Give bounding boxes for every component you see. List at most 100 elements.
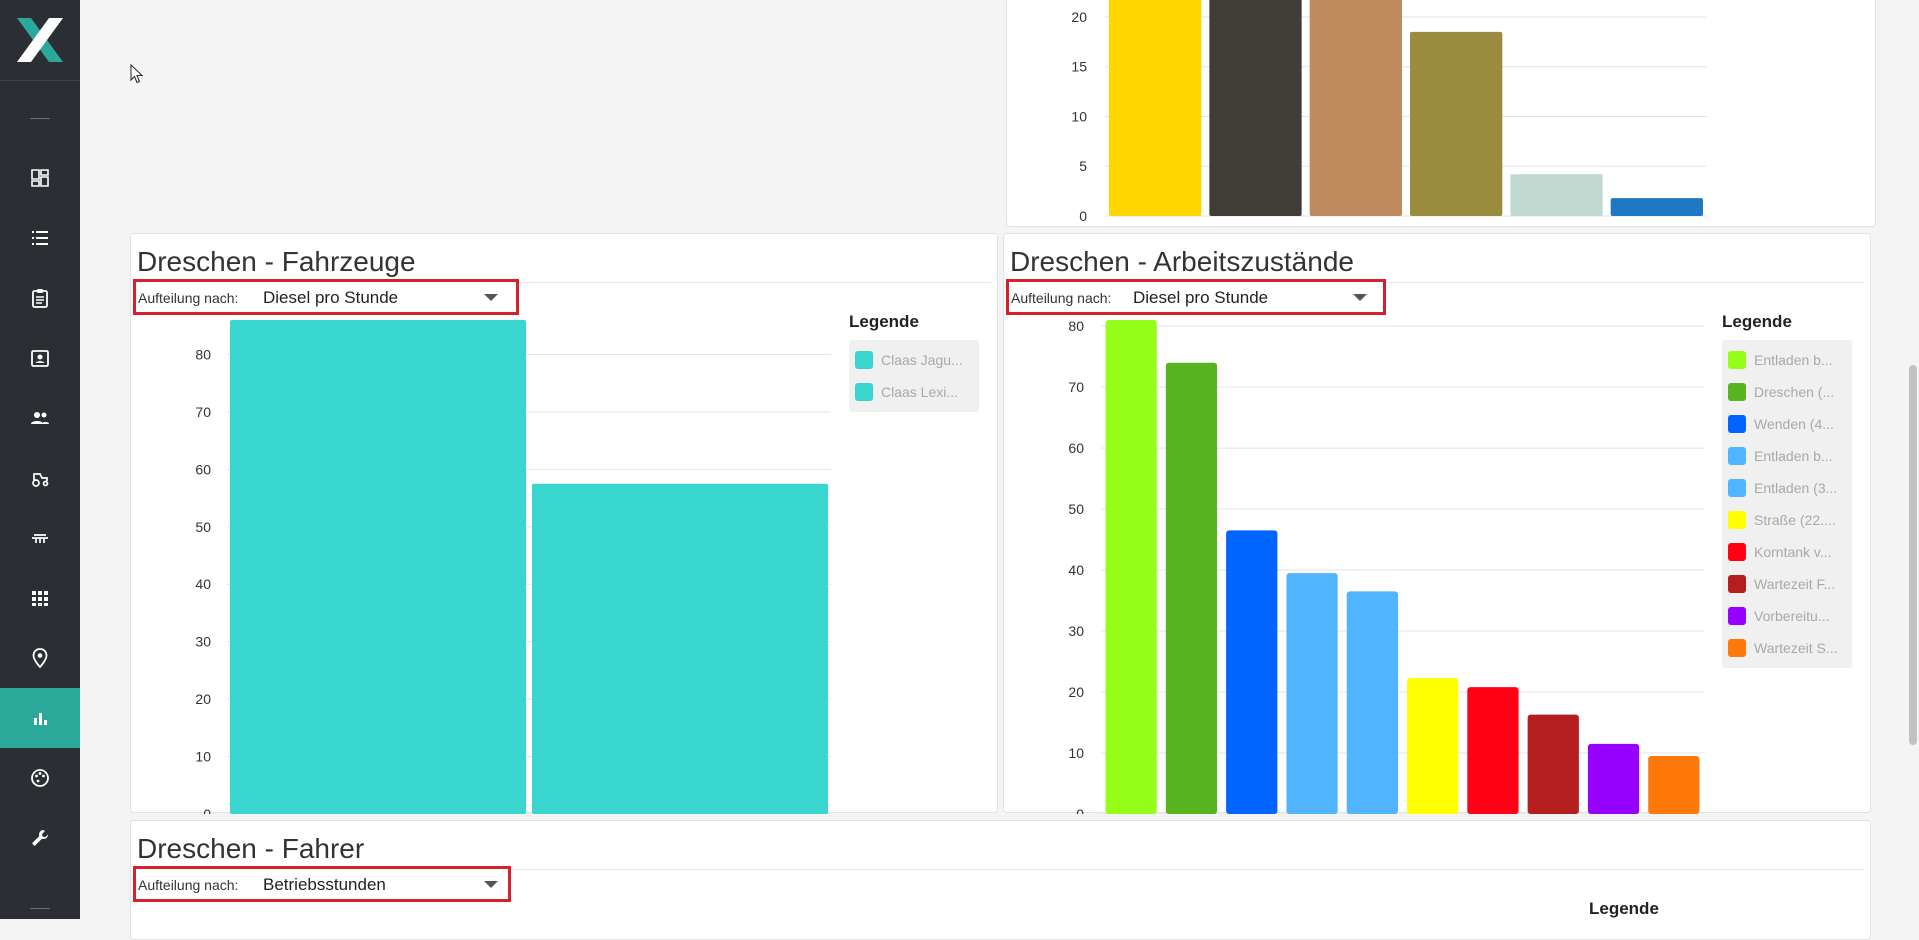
y-tick-label: 80	[1068, 318, 1084, 334]
chart-bar[interactable]	[1527, 714, 1579, 814]
bar-chart-fahrzeuge: 0 10 20 30 40 50 60 70 80	[195, 320, 831, 814]
chart-bar[interactable]	[230, 320, 526, 814]
y-tick-label: 20	[195, 691, 211, 707]
split-dropdown[interactable]: Aufteilung nach: Diesel pro Stunde	[133, 279, 519, 315]
sidebar-item-locations[interactable]	[0, 628, 80, 688]
split-label: Aufteilung nach:	[138, 877, 239, 893]
legend-title: Legende	[849, 312, 919, 331]
sidebar-item-implements[interactable]	[0, 508, 80, 568]
card-title: Dreschen - Arbeitszustände	[1010, 246, 1354, 277]
bar-chart-arbeitszustaende: 0 10 20 30 40 50 60 70 80	[1068, 318, 1704, 814]
legend-swatch	[855, 383, 873, 401]
sidebar-item-vehicles[interactable]	[0, 448, 80, 508]
legend-item[interactable]: Claas Lexi...	[855, 376, 973, 408]
legend-item[interactable]: Korntank v...	[1728, 536, 1846, 568]
split-dropdown[interactable]: Aufteilung nach: Betriebsstunden	[133, 866, 511, 902]
y-tick-label: 30	[195, 634, 211, 650]
sidebar-item-reports[interactable]	[0, 268, 80, 328]
legend-swatch	[1728, 575, 1746, 593]
y-tick-label: 0	[1076, 806, 1084, 814]
chart-bar[interactable]	[1610, 198, 1703, 216]
legend-label: Entladen (3...	[1754, 480, 1838, 496]
contact-card-icon	[31, 350, 49, 367]
legend-swatch	[1728, 415, 1746, 433]
sidebar-item-contacts[interactable]	[0, 328, 80, 388]
chart-bar[interactable]	[1165, 362, 1218, 814]
y-tick-label: 40	[1068, 562, 1084, 578]
chart-bar[interactable]	[1286, 573, 1338, 814]
sidebar-item-people[interactable]	[0, 388, 80, 448]
y-tick-label: 0	[1079, 208, 1087, 224]
group-icon	[31, 412, 49, 424]
chart-bar[interactable]	[1648, 756, 1700, 814]
y-tick-label: 60	[1068, 440, 1084, 456]
clipboard-icon	[32, 289, 48, 308]
legend-swatch	[1728, 607, 1746, 625]
legend-label: Claas Lexi...	[881, 384, 959, 400]
split-label: Aufteilung nach:	[1011, 290, 1112, 306]
chart-bar[interactable]	[1226, 530, 1278, 814]
split-label: Aufteilung nach:	[138, 290, 239, 306]
legend-label: Entladen b...	[1754, 352, 1833, 368]
legend-item[interactable]: Entladen (3...	[1728, 472, 1846, 504]
legend: Legende Claas Jagu... Claas Lexi...	[849, 312, 979, 412]
chart-bar[interactable]	[1109, 0, 1202, 216]
legend-item[interactable]: Straße (22....	[1728, 504, 1846, 536]
y-tick-label: 30	[1068, 623, 1084, 639]
legend-item[interactable]: Wenden (4...	[1728, 408, 1846, 440]
legend-item[interactable]: Wartezeit F...	[1728, 568, 1846, 600]
legend-item[interactable]: Claas Jagu...	[855, 344, 973, 376]
sidebar-separator	[30, 118, 50, 119]
y-tick-label: 0	[203, 806, 211, 814]
grid-icon	[32, 591, 48, 606]
legend-item[interactable]: Wartezeit S...	[1728, 632, 1846, 664]
chart-card-arbeitszustaende: Dreschen - Arbeitszustände Aufteilung na…	[1003, 233, 1871, 814]
y-tick-label: 20	[1071, 9, 1087, 25]
legend-item[interactable]: Dreschen (...	[1728, 376, 1846, 408]
y-tick-label: 80	[195, 346, 211, 362]
x-logo-icon	[17, 18, 63, 62]
legend-label: Wartezeit S...	[1754, 640, 1838, 656]
legend-item[interactable]: Vorbereitu...	[1728, 600, 1846, 632]
sidebar-item-list[interactable]	[0, 208, 80, 268]
y-tick-label: 60	[195, 461, 211, 477]
sidebar	[0, 0, 80, 919]
sidebar-item-fields[interactable]	[0, 568, 80, 628]
legend-label: Vorbereitu...	[1754, 608, 1830, 624]
mouse-cursor-icon	[130, 64, 144, 84]
y-tick-label: 10	[1071, 108, 1087, 124]
sidebar-item-appearance[interactable]	[0, 748, 80, 808]
legend-item[interactable]: Entladen b...	[1728, 344, 1846, 376]
page-scrollbar[interactable]	[1909, 365, 1917, 745]
chart-bar[interactable]	[1410, 31, 1503, 216]
legend-label: Wartezeit F...	[1754, 576, 1836, 592]
y-tick-label: 50	[1068, 501, 1084, 517]
sidebar-item-settings[interactable]	[0, 808, 80, 868]
y-tick-label: 70	[195, 404, 211, 420]
chart-bar[interactable]	[1510, 174, 1603, 216]
chart-bar[interactable]	[1346, 591, 1398, 814]
legend-swatch	[855, 351, 873, 369]
chart-bar[interactable]	[1587, 743, 1640, 814]
sidebar-separator	[30, 908, 50, 909]
wrench-icon	[32, 830, 48, 846]
y-tick-label: 50	[195, 519, 211, 535]
legend-item[interactable]: Entladen b...	[1728, 440, 1846, 472]
chart-bar[interactable]	[1209, 0, 1302, 216]
chart-bar[interactable]	[1407, 677, 1459, 814]
legend-swatch	[1728, 479, 1746, 497]
legend-swatch	[1728, 639, 1746, 657]
chart-bar[interactable]	[532, 483, 828, 814]
split-dropdown[interactable]: Aufteilung nach: Diesel pro Stunde	[1006, 279, 1386, 315]
legend-label: Dreschen (...	[1754, 384, 1835, 400]
sidebar-item-statistics[interactable]	[0, 688, 80, 748]
split-value: Betriebsstunden	[263, 875, 386, 894]
dashboard-icon	[31, 169, 49, 187]
chart-bar[interactable]	[1467, 687, 1519, 814]
chart-bar[interactable]	[1309, 0, 1402, 216]
chart-bar[interactable]	[1105, 320, 1157, 814]
logo[interactable]	[0, 0, 80, 81]
legend-label: Claas Jagu...	[881, 352, 963, 368]
sidebar-item-dashboard[interactable]	[0, 148, 80, 208]
card-title: Dreschen - Fahrer	[137, 833, 365, 864]
